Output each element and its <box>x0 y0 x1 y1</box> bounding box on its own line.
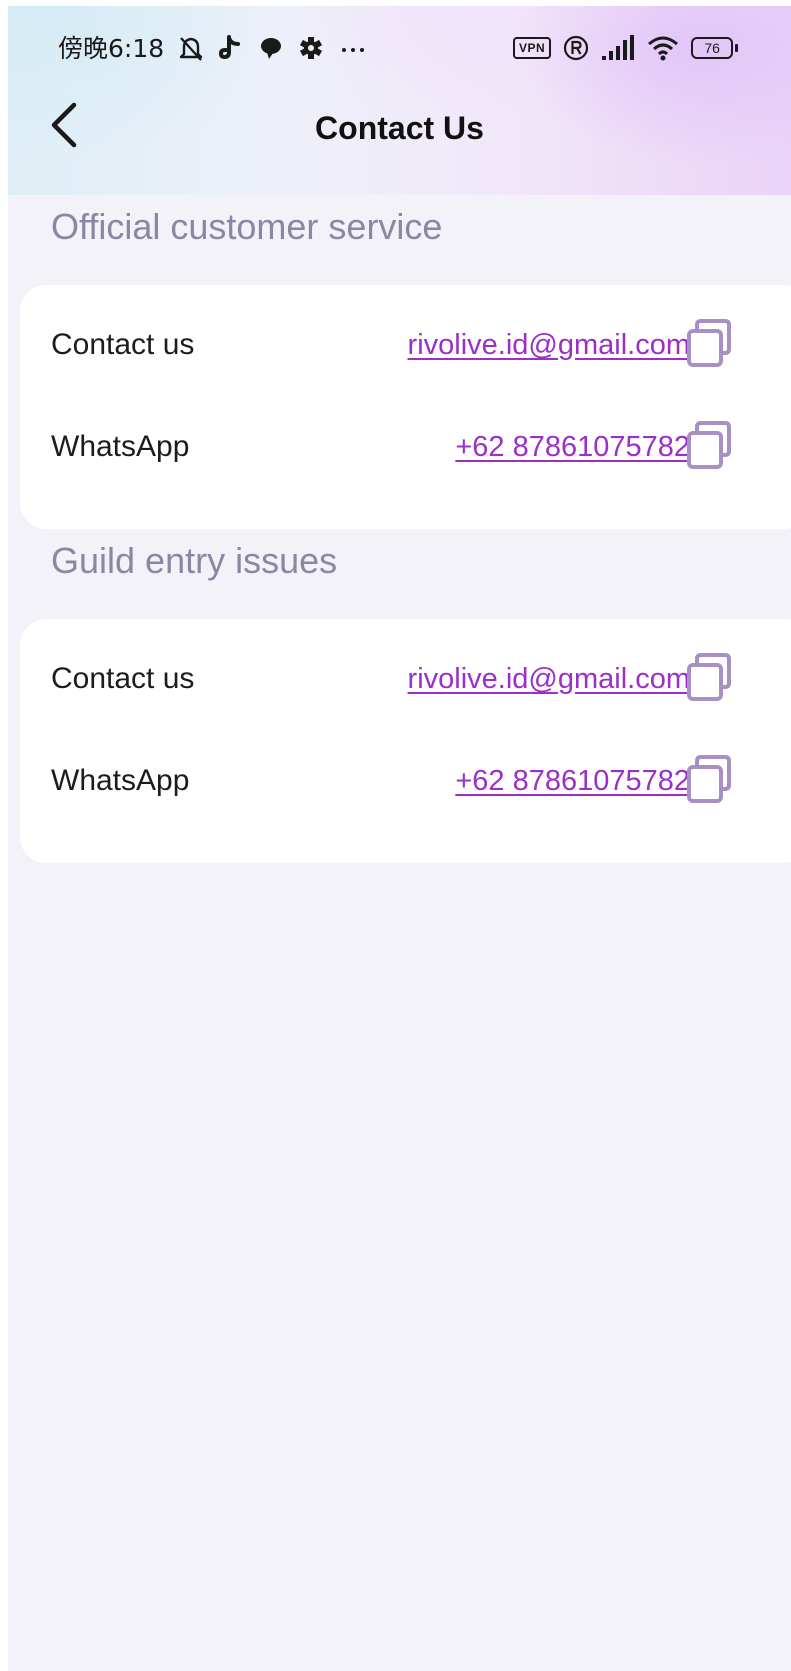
battery-icon: 76 <box>691 37 739 59</box>
email-link[interactable]: rivolive.id@gmail.com <box>408 661 690 697</box>
copy-whatsapp-button[interactable] <box>683 753 735 805</box>
whatsapp-link[interactable]: +62 87861075782 <box>455 763 690 799</box>
status-bar: 傍晚6:18 VPN 76 <box>8 6 791 84</box>
section-title-official: Official customer service <box>51 206 443 247</box>
list-item: WhatsApp +62 87861075782 <box>20 751 750 811</box>
tiktok-icon <box>218 34 244 62</box>
copy-email-button[interactable] <box>683 317 735 369</box>
copy-icon <box>687 755 731 803</box>
list-item: WhatsApp +62 87861075782 <box>20 417 750 477</box>
nav-bar: Contact Us <box>8 84 791 172</box>
status-time: 傍晚6:18 <box>58 34 165 63</box>
copy-icon <box>687 319 731 367</box>
copy-email-button[interactable] <box>683 651 735 703</box>
guild-issues-card: Contact us rivolive.id@gmail.com WhatsAp… <box>20 619 791 863</box>
more-icon <box>338 34 364 62</box>
registered-icon <box>563 34 589 62</box>
bell-off-icon <box>178 34 204 62</box>
app-screen: 傍晚6:18 VPN 76 Contact Us Official custom… <box>8 6 791 1671</box>
battery-level: 76 <box>691 37 734 59</box>
copy-icon <box>687 653 731 701</box>
list-item: Contact us rivolive.id@gmail.com <box>20 315 750 375</box>
page-title: Contact Us <box>315 110 484 146</box>
section-title-guild: Guild entry issues <box>51 540 338 581</box>
whatsapp-link[interactable]: +62 87861075782 <box>455 429 690 465</box>
chat-bubble-icon <box>258 34 284 62</box>
list-item: Contact us rivolive.id@gmail.com <box>20 649 750 709</box>
row-label: WhatsApp <box>51 764 190 797</box>
copy-icon <box>687 421 731 469</box>
row-label: Contact us <box>51 662 195 695</box>
wifi-icon <box>647 34 679 62</box>
row-label: WhatsApp <box>51 430 190 463</box>
official-service-card: Contact us rivolive.id@gmail.com WhatsAp… <box>20 285 791 529</box>
copy-whatsapp-button[interactable] <box>683 419 735 471</box>
status-icons-right: VPN 76 <box>513 34 739 62</box>
signal-icon <box>601 34 635 62</box>
gear-icon <box>298 34 324 62</box>
vpn-icon: VPN <box>513 37 552 59</box>
row-label: Contact us <box>51 328 195 361</box>
status-icons-left <box>178 34 364 62</box>
email-link[interactable]: rivolive.id@gmail.com <box>408 327 690 363</box>
